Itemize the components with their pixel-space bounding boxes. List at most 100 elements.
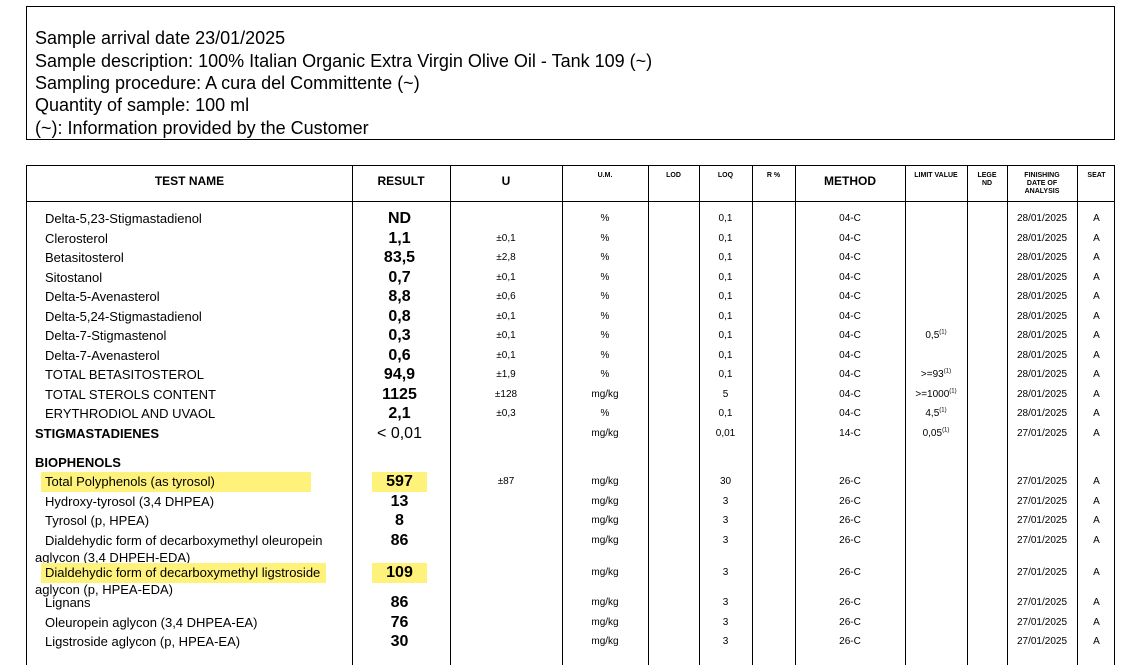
results-table: TEST NAME RESULT U U.M. LOD LOQ R % METH… bbox=[26, 165, 1115, 665]
unit-of-measure: % bbox=[600, 272, 610, 283]
header-um: U.M. bbox=[597, 172, 613, 179]
seat-value: A bbox=[1093, 408, 1100, 419]
seat-value: A bbox=[1093, 428, 1100, 439]
unit-of-measure: % bbox=[600, 350, 610, 361]
sample-quantity: Quantity of sample: 100 ml bbox=[35, 95, 250, 115]
loq-value: 0,1 bbox=[718, 350, 733, 361]
loq-value: 3 bbox=[722, 515, 729, 526]
method-code: 26-C bbox=[839, 617, 861, 628]
loq-value: 3 bbox=[722, 617, 729, 628]
uncertainty-value bbox=[450, 632, 562, 652]
loq-value: 0,1 bbox=[718, 291, 733, 302]
loq-value: 30 bbox=[719, 476, 732, 487]
unit-of-measure: mg/kg bbox=[591, 515, 619, 526]
method-code: 04-C bbox=[839, 311, 861, 322]
uncertainty-value: ±1,9 bbox=[496, 369, 516, 380]
uncertainty-value: ±128 bbox=[494, 389, 518, 400]
seat-value: A bbox=[1093, 597, 1100, 608]
loq-value: 0,1 bbox=[718, 233, 733, 244]
finishing-date: 27/01/2025 bbox=[1016, 567, 1068, 578]
uncertainty-value: ±0,6 bbox=[496, 291, 516, 302]
unit-of-measure: mg/kg bbox=[591, 476, 619, 487]
uncertainty-value bbox=[450, 424, 562, 444]
unit-of-measure: % bbox=[600, 408, 610, 419]
unit-of-measure: % bbox=[600, 330, 610, 341]
finishing-date: 27/01/2025 bbox=[1016, 636, 1068, 647]
finishing-date: 28/01/2025 bbox=[1016, 389, 1068, 400]
loq-value: 0,1 bbox=[718, 272, 733, 283]
result-value: 1125 bbox=[382, 386, 417, 403]
result-value: 0,6 bbox=[388, 347, 411, 364]
result-value: 2,1 bbox=[388, 405, 411, 422]
finishing-date: 27/01/2025 bbox=[1016, 476, 1068, 487]
result-value: 109 bbox=[372, 563, 427, 583]
seat-value: A bbox=[1093, 291, 1100, 302]
header-legend: LEGE ND bbox=[977, 172, 997, 187]
sample-info-box: Sample arrival date 23/01/2025 Sample de… bbox=[26, 6, 1115, 140]
limit-value bbox=[905, 472, 967, 492]
limit-value: 0,5(1) bbox=[925, 329, 947, 341]
table-row: Delta-7-Avenasterol 0,6 ±0,1% 0,1 04-C 28/01/… bbox=[27, 346, 1114, 366]
finishing-date: 28/01/2025 bbox=[1016, 213, 1068, 224]
test-name: Clerosterol bbox=[45, 231, 108, 246]
footnote-marker: (1) bbox=[939, 407, 947, 414]
test-name: BIOPHENOLS bbox=[35, 455, 121, 470]
limit-value bbox=[905, 229, 967, 249]
test-name: Ligstroside aglycon (p, HPEA-EA) bbox=[45, 634, 241, 649]
unit-of-measure: mg/kg bbox=[591, 535, 619, 546]
limit-value bbox=[905, 511, 967, 531]
table-row: Delta-5,24-Stigmastadienol 0,8 ±0,1% 0,1 04-… bbox=[27, 307, 1114, 327]
finishing-date: 28/01/2025 bbox=[1016, 272, 1068, 283]
loq-value: 3 bbox=[722, 636, 729, 647]
header-u: U bbox=[501, 174, 511, 188]
method-code: 04-C bbox=[839, 350, 861, 361]
loq-value: 3 bbox=[722, 496, 729, 507]
header-seat: SEAT bbox=[1087, 172, 1106, 179]
uncertainty-value: ±2,8 bbox=[496, 252, 516, 263]
seat-value: A bbox=[1093, 369, 1100, 380]
seat-value: A bbox=[1093, 515, 1100, 526]
method-code: 04-C bbox=[839, 369, 861, 380]
loq-value: 3 bbox=[722, 567, 729, 578]
method-code: 04-C bbox=[839, 291, 861, 302]
result-value: < 0,01 bbox=[377, 425, 422, 442]
seat-value: A bbox=[1093, 567, 1100, 578]
table-row: Lignans 86 mg/kg 3 26-C 27/01/2025 A bbox=[27, 593, 1114, 613]
uncertainty-value: ±0,1 bbox=[496, 311, 516, 322]
customer-info-note: (~): Information provided by the Custome… bbox=[35, 118, 369, 138]
table-row: Delta-5,23-Stigmastadienol ND% 0,1 04-C 28/0… bbox=[27, 209, 1114, 229]
table-row: Sitostanol 0,7 ±0,1% 0,1 04-C 28/01/2025 A bbox=[27, 268, 1114, 288]
result-value: 83,5 bbox=[383, 249, 416, 266]
table-row: Total Polyphenols (as tyrosol) 597 ±87 mg/k… bbox=[27, 472, 1114, 492]
limit-value bbox=[905, 613, 967, 633]
method-code: 26-C bbox=[839, 597, 861, 608]
unit-of-measure: % bbox=[600, 311, 610, 322]
test-name: Delta-7-Avenasterol bbox=[45, 348, 160, 363]
finishing-date: 28/01/2025 bbox=[1016, 369, 1068, 380]
test-name: Betasitosterol bbox=[45, 250, 124, 265]
limit-value bbox=[905, 492, 967, 512]
seat-value: A bbox=[1093, 311, 1100, 322]
result-value: 86 bbox=[390, 532, 409, 549]
header-result: RESULT bbox=[377, 174, 425, 188]
limit-value bbox=[905, 209, 967, 229]
test-name: TOTAL STEROLS CONTENT bbox=[45, 387, 216, 402]
footnote-marker: (1) bbox=[943, 368, 952, 375]
test-name: Delta-5-Avenasterol bbox=[45, 289, 160, 304]
limit-value bbox=[905, 346, 967, 366]
method-code: 14-C bbox=[839, 428, 861, 439]
loq-value: 0,1 bbox=[718, 252, 733, 263]
limit-value bbox=[905, 287, 967, 307]
uncertainty-value: ±0,1 bbox=[496, 330, 516, 341]
test-name: Sitostanol bbox=[45, 270, 103, 285]
table-row: Tyrosol (p, HPEA) 8 mg/kg 3 26-C 27/01/2025 A bbox=[27, 511, 1114, 531]
uncertainty-value bbox=[450, 613, 562, 633]
unit-of-measure: mg/kg bbox=[591, 636, 619, 647]
table-row: BIOPHENOLS bbox=[27, 453, 1114, 473]
loq-value: 0,1 bbox=[718, 213, 733, 224]
limit-value bbox=[905, 593, 967, 613]
uncertainty-value bbox=[450, 492, 562, 512]
seat-value: A bbox=[1093, 272, 1100, 283]
result-value: 30 bbox=[390, 633, 409, 650]
seat-value: A bbox=[1093, 496, 1100, 507]
